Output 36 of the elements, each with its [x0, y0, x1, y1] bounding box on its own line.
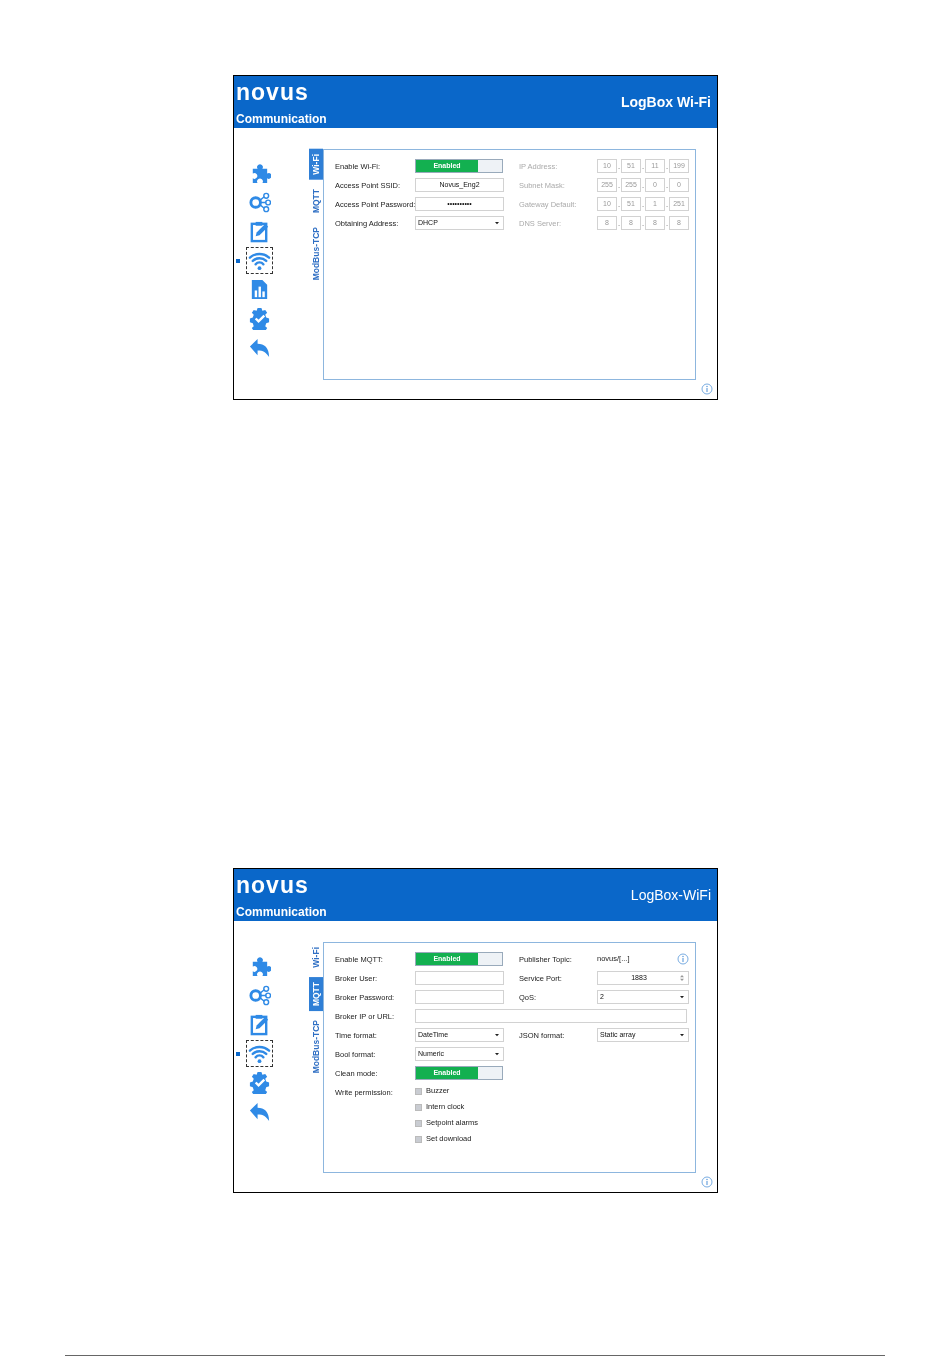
info-icon[interactable] [677, 953, 689, 965]
wifi-icon[interactable] [247, 1041, 272, 1066]
tab[interactable]: ModBus-TCP [309, 1014, 323, 1079]
spinner-icon[interactable] [678, 973, 686, 983]
tab[interactable]: ModBus-TCP [309, 221, 323, 286]
caret-icon [493, 219, 501, 227]
caret-icon [678, 993, 686, 1001]
gear-icon[interactable] [247, 1070, 272, 1095]
tab[interactable]: Wi-Fi [309, 942, 323, 973]
input-field[interactable] [415, 971, 504, 985]
selection-marker [236, 258, 240, 263]
checkbox[interactable] [415, 1119, 422, 1127]
input-field[interactable] [415, 990, 504, 1004]
logo: novus [236, 873, 310, 897]
wifi-icon[interactable] [247, 248, 272, 273]
checkbox[interactable] [415, 1135, 422, 1143]
info-icon[interactable] [700, 383, 713, 395]
logo: novus [236, 80, 310, 104]
product-title: LogBox-WiFi [630, 887, 711, 905]
checkbox[interactable] [415, 1087, 422, 1095]
section-title: Communication [236, 905, 327, 919]
caret-icon [493, 1031, 501, 1039]
product-title: LogBox Wi-Fi [620, 94, 711, 112]
caret-icon [493, 1050, 501, 1058]
caret-icon [678, 1031, 686, 1039]
tab[interactable]: MQTT [309, 183, 323, 218]
tab[interactable]: MQTT [309, 976, 323, 1011]
checkbox[interactable] [415, 1103, 422, 1111]
section-title: Communication [236, 112, 327, 126]
selection-marker [236, 1051, 240, 1056]
share-icon[interactable] [247, 983, 272, 1008]
share-icon[interactable] [247, 190, 272, 215]
info-icon[interactable] [700, 1176, 713, 1188]
tab[interactable]: Wi-Fi [309, 149, 323, 180]
input-field[interactable] [415, 1009, 687, 1023]
gear-icon[interactable] [247, 306, 272, 331]
